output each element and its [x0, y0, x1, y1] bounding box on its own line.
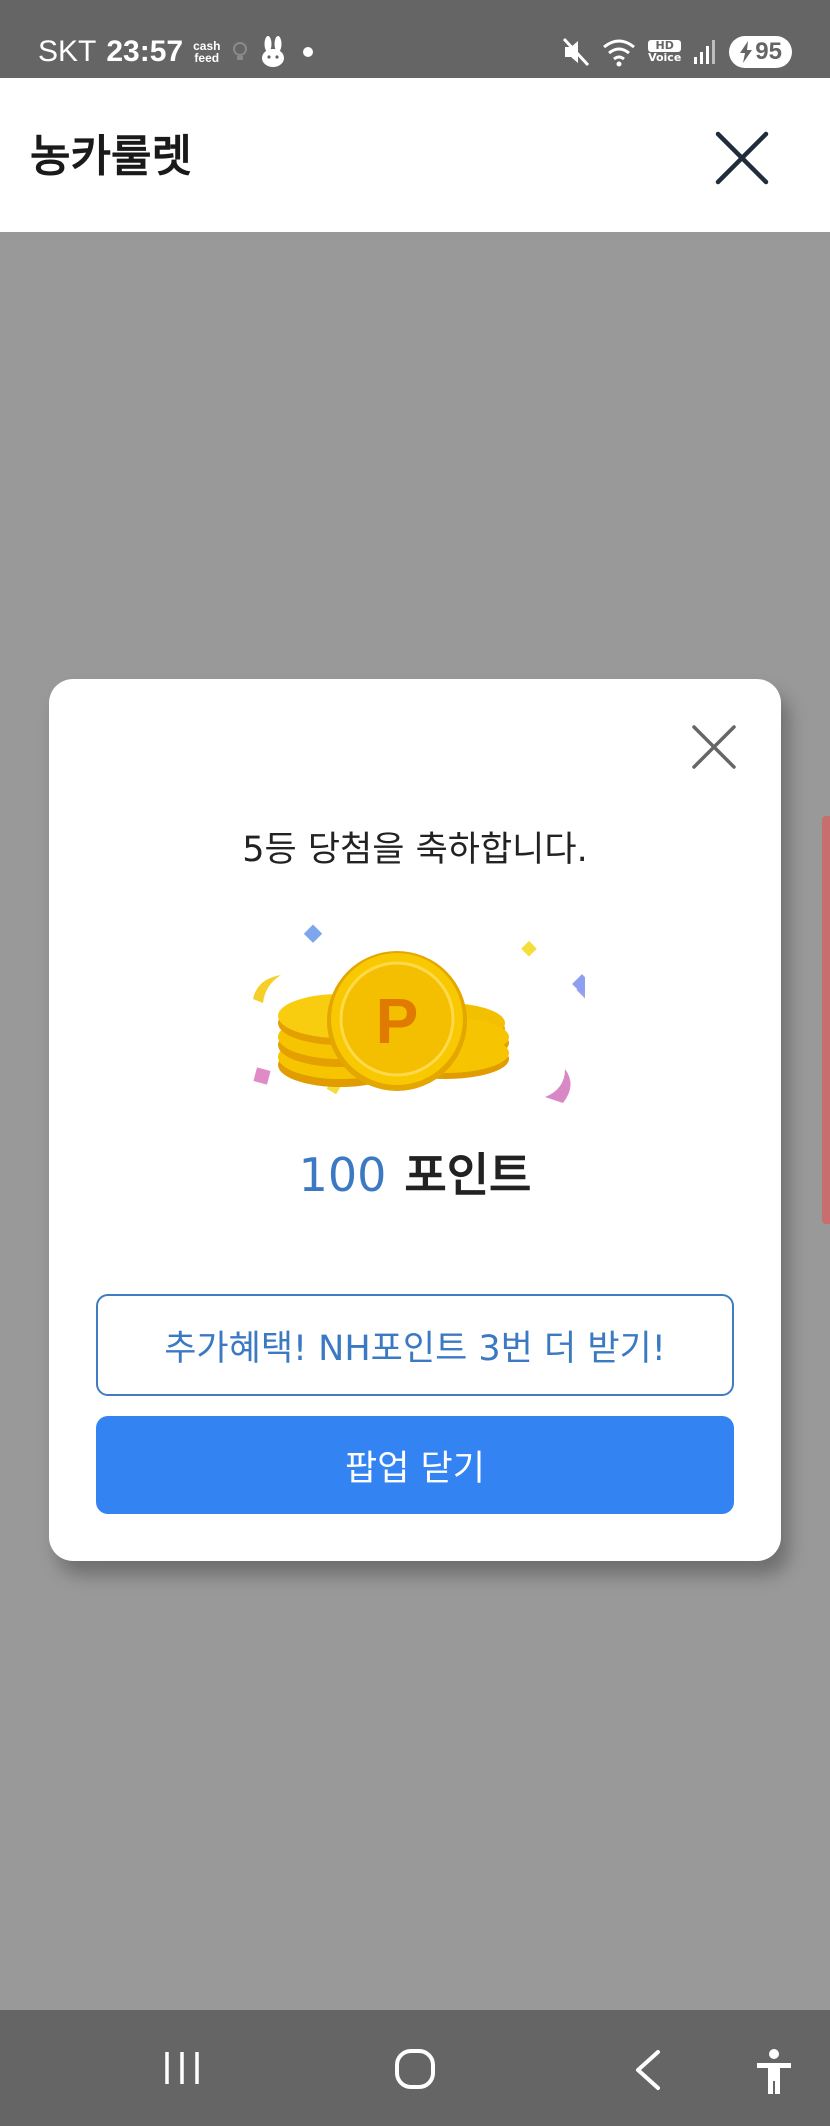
congrats-message: 5등 당첨을 축하합니다. [242, 830, 588, 870]
status-bar: SKT 23:57 cash feed HD Voice 95 [0, 0, 830, 78]
battery-indicator: 95 [729, 36, 792, 68]
hd-voice-icon: HD Voice [648, 39, 682, 64]
extra-benefit-label: 추가혜택! NH포인트 3번 더 받기! [164, 1328, 666, 1369]
prize-modal: 5등 당첨을 축하합니다. P 100 포인트 추가혜택! NH포인트 3번 더… [49, 679, 781, 1561]
coins-icon: P [253, 924, 585, 1103]
carrier-label: SKT [38, 35, 97, 68]
back-icon[interactable] [630, 2048, 666, 2092]
accessibility-icon[interactable] [754, 2048, 794, 2096]
extra-benefit-button[interactable]: 추가혜택! NH포인트 3번 더 받기! [96, 1294, 734, 1396]
cash-feed-icon: cash feed [193, 39, 221, 65]
bulb-icon [233, 42, 248, 60]
status-right: HD Voice 95 [562, 34, 792, 70]
system-nav-bar [0, 2010, 830, 2126]
points-display: 100 포인트 [49, 1139, 781, 1205]
recent-apps-icon[interactable] [161, 2048, 203, 2088]
home-icon[interactable] [393, 2048, 437, 2090]
svg-text:P: P [376, 985, 419, 1057]
close-popup-label: 팝업 닫기 [345, 1448, 485, 1489]
modal-close-icon[interactable] [689, 722, 739, 772]
app-header: 농카룰렛 [0, 78, 830, 232]
scroll-indicator [822, 816, 830, 1224]
rabbit-icon [262, 36, 285, 67]
points-unit: 포인트 [404, 1148, 532, 1202]
page-title: 농카룰렛 [30, 131, 192, 182]
signal-icon [694, 40, 716, 64]
wifi-6-icon [603, 39, 635, 67]
dot-icon [303, 47, 314, 57]
clock: 23:57 [106, 35, 184, 68]
battery-charging-icon [740, 41, 753, 63]
close-popup-button[interactable]: 팝업 닫기 [96, 1416, 734, 1514]
close-icon[interactable] [712, 128, 772, 188]
status-left: SKT 23:57 cash feed [38, 30, 320, 74]
mute-icon [562, 37, 590, 67]
battery-level: 95 [755, 38, 782, 65]
points-value: 100 [298, 1148, 387, 1202]
